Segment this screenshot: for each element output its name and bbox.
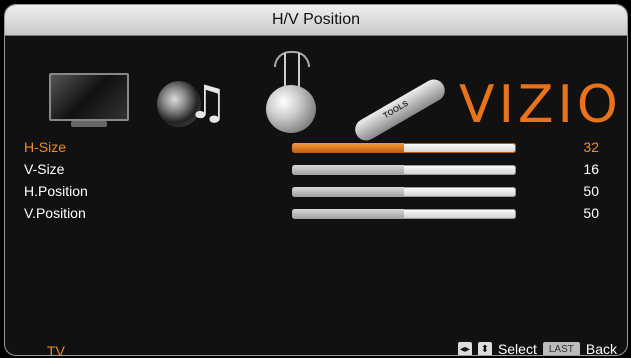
setting-slider[interactable] bbox=[292, 187, 516, 197]
up-down-arrows-icon: ⬍ bbox=[477, 342, 492, 355]
input-source: TV bbox=[47, 343, 65, 356]
setting-row-h-position[interactable]: H.Position 50 bbox=[5, 181, 627, 203]
setting-slider[interactable] bbox=[292, 165, 516, 175]
setting-value: 32 bbox=[583, 139, 599, 155]
last-button-icon: LAST bbox=[542, 342, 580, 355]
setting-row-h-size[interactable]: H-Size 32 bbox=[5, 137, 627, 159]
setting-value: 16 bbox=[583, 161, 599, 177]
brand-logo: VIZIO bbox=[459, 75, 622, 135]
setting-value: 50 bbox=[583, 183, 599, 199]
setting-slider[interactable] bbox=[292, 209, 516, 219]
setting-label: H.Position bbox=[24, 183, 88, 199]
slider-fill bbox=[292, 209, 404, 219]
setting-label: H-Size bbox=[24, 139, 67, 155]
tools-icon[interactable]: TOOLS bbox=[350, 75, 449, 145]
back-hint: Back bbox=[585, 341, 617, 356]
left-right-arrows-icon: ◂▸ bbox=[457, 342, 472, 355]
select-hint: Select bbox=[497, 341, 537, 356]
tv-icon[interactable] bbox=[49, 73, 129, 127]
setting-label: V.Position bbox=[24, 205, 86, 221]
setting-row-v-size[interactable]: V-Size 16 bbox=[5, 159, 627, 181]
setting-value: 50 bbox=[583, 205, 599, 221]
button-hints: ◂▸ ⬍ Select LAST Back bbox=[457, 341, 617, 356]
slider-fill bbox=[292, 143, 404, 153]
slider-fill bbox=[292, 187, 404, 197]
window-title: H/V Position bbox=[5, 5, 627, 36]
osd-panel: H/V Position ♫ TOOLS VIZIO H-Size 32 V-S… bbox=[4, 4, 628, 356]
setting-slider[interactable] bbox=[292, 143, 516, 153]
setting-row-v-position[interactable]: V.Position 50 bbox=[5, 203, 627, 225]
footer: TV ◂▸ ⬍ Select LAST Back bbox=[5, 337, 627, 356]
menu-icons-row: ♫ TOOLS VIZIO bbox=[5, 45, 627, 145]
setting-label: V-Size bbox=[24, 161, 65, 177]
audio-icon[interactable]: ♫ bbox=[157, 77, 228, 131]
slider-fill bbox=[292, 165, 404, 175]
network-icon[interactable] bbox=[260, 51, 324, 135]
